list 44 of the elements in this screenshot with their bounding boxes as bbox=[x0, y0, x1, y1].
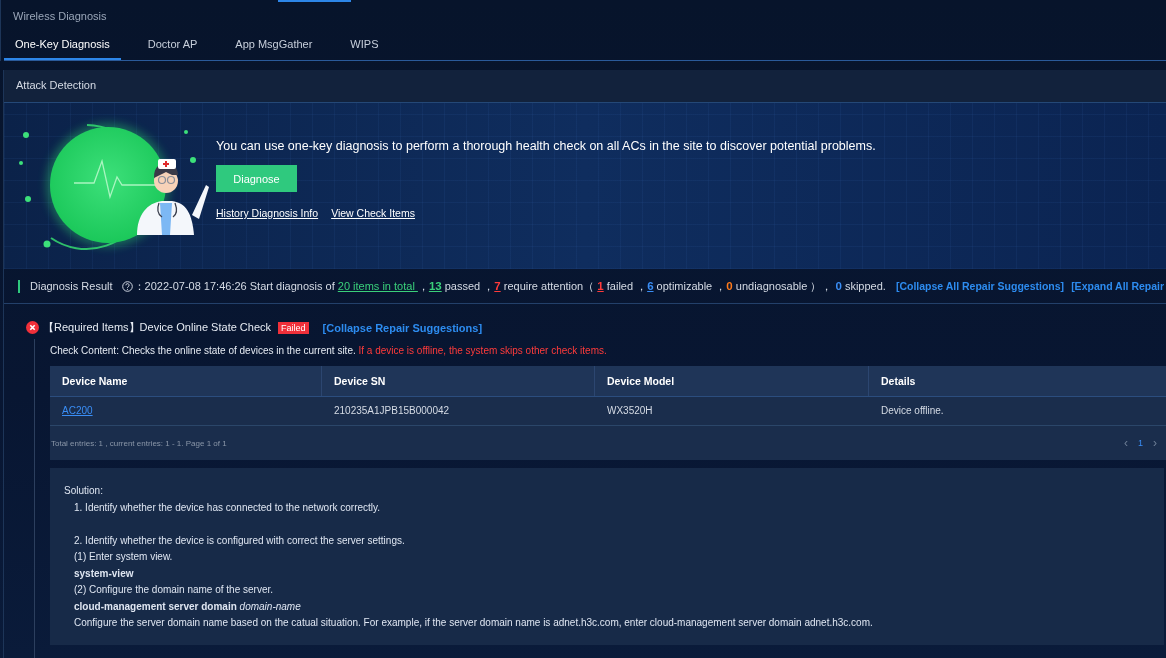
link[interactable]: View Check Items bbox=[331, 207, 415, 219]
count-link[interactable]: 1 bbox=[597, 279, 604, 292]
result-label: Diagnosis Result bbox=[30, 280, 113, 292]
action-link[interactable]: [Expand All Repair bbox=[1071, 280, 1165, 292]
column-header: Device SN bbox=[322, 366, 595, 396]
accent-bar bbox=[18, 279, 20, 293]
solution-text: (2) Configure the domain name of the server. bbox=[73, 583, 274, 597]
tab[interactable]: WIPS bbox=[339, 38, 390, 60]
link[interactable]: History Diagnosis Info bbox=[216, 207, 319, 219]
summary-text: ：2022-07-08 17:46:26 Start diagnosis of 20 items in total ，13 passed ，7 require attention（ 1 failed ，6 optimizable ，0 undiagnosable ）， 0 skipped. bbox=[133, 278, 886, 294]
tab[interactable]: App MsgGather bbox=[224, 38, 324, 60]
action-link[interactable]: [Collapse All Repair Suggestions] bbox=[895, 280, 1065, 292]
device-link[interactable]: AC200 bbox=[62, 405, 93, 416]
count-link[interactable]: 6 bbox=[647, 279, 654, 292]
count-link[interactable]: 7 bbox=[494, 279, 501, 292]
tab[interactable]: One-Key Diagnosis bbox=[4, 38, 121, 60]
app-title: Wireless Diagnosis bbox=[12, 10, 108, 24]
help-icon[interactable] bbox=[121, 280, 133, 292]
panel-header: Attack Detection bbox=[4, 70, 1166, 103]
solution-text: cloud-management server domain domain-name bbox=[73, 599, 302, 614]
solution-text: 2. Identify whether the device is configured with correct the server settings. bbox=[73, 533, 406, 548]
table-cell-text: WX3520H bbox=[606, 404, 654, 418]
page-button[interactable]: 1 bbox=[1133, 436, 1148, 450]
tab[interactable]: Doctor AP bbox=[136, 38, 209, 60]
table-cell-text: Device offline. bbox=[880, 404, 945, 418]
solution-heading: Solution: bbox=[64, 484, 104, 498]
solution-text: (1) Enter system view. bbox=[73, 550, 174, 564]
check-content: Check Content: Checks the online state of devices in the current site. If a device is offline, the system skips other check items. bbox=[50, 345, 608, 356]
check-title: 【Required Items】Device Online State Check bbox=[43, 320, 272, 335]
previous-page-button[interactable]: ‹ bbox=[1119, 436, 1133, 450]
status-badge: Failed bbox=[278, 321, 309, 334]
collapse-link[interactable]: [Collapse Repair Suggestions] bbox=[322, 321, 483, 334]
column-header: Details bbox=[869, 366, 1166, 396]
table-cell-text: 210235A1JPB15B000042 bbox=[333, 404, 451, 418]
column-header: Device Name bbox=[50, 366, 322, 396]
next-page-button[interactable]: › bbox=[1148, 436, 1162, 450]
command-text: system-view bbox=[73, 566, 135, 581]
column-header: Device Model bbox=[595, 366, 869, 396]
solution-text: Configure the server domain name based on the catual situation. For example, if the server domain name is adnet.h3c.com, enter cloud-management server domain adnet.h3c.com. bbox=[73, 616, 874, 630]
solution-text: 1. Identify whether the device has connected to the network correctly. bbox=[73, 500, 382, 515]
count-link[interactable]: 20 items in total bbox=[337, 279, 418, 292]
count-link[interactable]: 13 bbox=[428, 279, 442, 292]
intro-text: You can use one-key diagnosis to perform a thorough health check on all ACs in the site to discover potential problems. bbox=[216, 139, 876, 153]
pagination-summary: Total entries: 1 , current entries: 1 - 1. Page 1 of 1 bbox=[51, 438, 228, 448]
